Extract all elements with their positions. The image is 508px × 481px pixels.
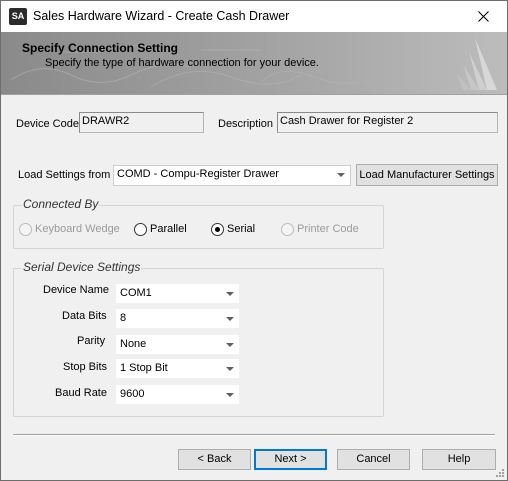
parity-label: Parity bbox=[77, 335, 106, 347]
cancel-button[interactable]: Cancel bbox=[337, 449, 410, 470]
radio-indicator bbox=[281, 222, 294, 236]
load-settings-label: Load Settings from bbox=[18, 169, 111, 181]
chevron-down-icon bbox=[226, 367, 234, 371]
load-settings-dropdown[interactable]: COMD - Compu-Register Drawer bbox=[113, 165, 351, 186]
data-bits-dropdown[interactable]: 8 bbox=[116, 309, 239, 328]
data-bits-label: Data Bits bbox=[62, 310, 107, 322]
banner-subtitle: Specify the type of hardware connection … bbox=[45, 57, 319, 69]
radio-parallel[interactable]: Parallel bbox=[134, 221, 187, 237]
radio-serial[interactable]: Serial bbox=[211, 221, 255, 237]
wizard-banner: Specify Connection Setting Specify the t… bbox=[1, 32, 507, 94]
connected-by-title: Connected By bbox=[22, 197, 100, 211]
chevron-down-icon bbox=[226, 317, 234, 321]
radio-indicator bbox=[134, 222, 147, 236]
next-button[interactable]: Next > bbox=[254, 449, 327, 470]
device-name-label: Device Name bbox=[43, 284, 110, 296]
chevron-down-icon bbox=[226, 343, 234, 347]
stop-bits-label: Stop Bits bbox=[63, 361, 108, 373]
window-title: Sales Hardware Wizard - Create Cash Draw… bbox=[33, 9, 290, 23]
brand-logo-icon bbox=[457, 38, 497, 90]
load-settings-value: COMD - Compu-Register Drawer bbox=[117, 168, 279, 180]
device-code-field[interactable]: DRAWR2 bbox=[79, 112, 204, 133]
radio-indicator bbox=[19, 222, 32, 236]
back-button[interactable]: < Back bbox=[178, 449, 251, 470]
app-icon: SA bbox=[9, 8, 27, 25]
close-button[interactable] bbox=[461, 1, 507, 32]
serial-settings-title: Serial Device Settings bbox=[22, 260, 142, 274]
wizard-window: SA Sales Hardware Wizard - Create Cash D… bbox=[0, 0, 508, 481]
description-label: Description bbox=[218, 118, 274, 130]
device-name-dropdown[interactable]: COM1 bbox=[116, 284, 239, 303]
title-bar: SA Sales Hardware Wizard - Create Cash D… bbox=[1, 1, 507, 32]
chevron-down-icon bbox=[226, 292, 234, 296]
device-code-label: Device Code bbox=[16, 118, 79, 130]
description-field[interactable]: Cash Drawer for Register 2 bbox=[277, 112, 498, 133]
radio-keyboard-wedge[interactable]: Keyboard Wedge bbox=[19, 221, 120, 237]
load-manufacturer-settings-button[interactable]: Load Manufacturer Settings bbox=[356, 164, 498, 186]
parity-dropdown[interactable]: None bbox=[116, 335, 239, 354]
stop-bits-dropdown[interactable]: 1 Stop Bit bbox=[116, 359, 239, 378]
baud-rate-dropdown[interactable]: 9600 bbox=[116, 385, 239, 404]
chevron-down-icon bbox=[337, 173, 345, 177]
close-icon bbox=[478, 11, 489, 22]
help-button[interactable]: Help bbox=[422, 449, 496, 470]
radio-printer-code[interactable]: Printer Code bbox=[281, 221, 359, 237]
radio-indicator-selected bbox=[211, 222, 224, 236]
chevron-down-icon bbox=[226, 393, 234, 397]
baud-rate-label: Baud Rate bbox=[55, 387, 107, 399]
banner-heading: Specify Connection Setting bbox=[22, 41, 179, 55]
resize-grip-icon[interactable] bbox=[494, 467, 504, 477]
